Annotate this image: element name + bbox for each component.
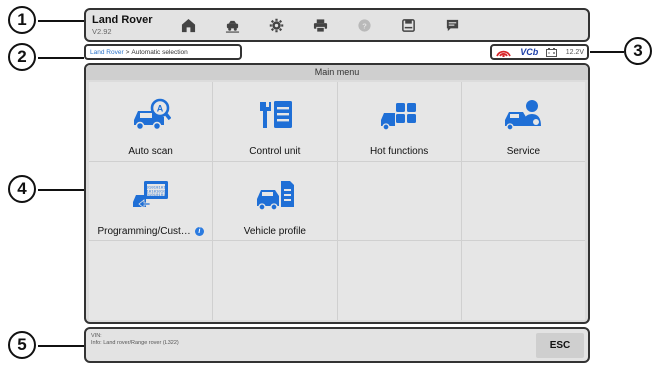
- tile-auto-scan[interactable]: A Auto scan: [89, 82, 213, 161]
- svg-text:A: A: [156, 104, 163, 114]
- save-button[interactable]: [386, 10, 430, 40]
- print-button[interactable]: [298, 10, 342, 40]
- breadcrumb-separator: >: [125, 48, 130, 56]
- printer-icon: [313, 18, 327, 33]
- tile-label-text: Service: [506, 146, 541, 157]
- chat-icon: [446, 19, 458, 31]
- tile-label-text: Vehicle profile: [243, 225, 306, 237]
- info-icon[interactable]: i: [194, 226, 204, 236]
- chat-button[interactable]: [430, 10, 474, 40]
- empty-tile: [213, 241, 337, 320]
- callout-line-1: [38, 20, 84, 22]
- gear-icon: [269, 18, 283, 32]
- programming-icon: 01010101 10101010 01010101: [132, 180, 168, 209]
- callout-5: 5: [8, 331, 36, 359]
- service-icon: [505, 100, 542, 131]
- top-toolbar: Land Rover V2.92 ?: [84, 8, 590, 42]
- settings-button[interactable]: [254, 10, 298, 40]
- empty-tile: [337, 161, 461, 241]
- tile-label: Control unit: [249, 146, 300, 157]
- help-button[interactable]: ?: [342, 10, 386, 40]
- battery-voltage: 12.2V: [565, 48, 584, 56]
- battery-icon: [546, 47, 558, 57]
- esc-button[interactable]: ESC: [536, 333, 584, 358]
- brand-name: Land Rover: [92, 13, 153, 26]
- empty-tile: [337, 241, 461, 320]
- breadcrumb-current: Automatic selection: [131, 48, 188, 56]
- callout-1: 1: [8, 6, 36, 34]
- main-menu-title: Main menu: [86, 65, 588, 80]
- status-indicators: VCb 12.2V: [490, 44, 589, 60]
- vehicle-profile-icon: [256, 180, 294, 211]
- save-icon: [401, 18, 415, 32]
- tile-vehicle-profile[interactable]: Vehicle profile: [213, 161, 337, 241]
- tile-service[interactable]: Service: [461, 82, 585, 161]
- callout-line-3: [590, 51, 624, 53]
- empty-tile: [461, 241, 585, 320]
- tile-control-unit[interactable]: Control unit: [213, 82, 337, 161]
- tile-label-text: Auto scan: [128, 146, 173, 157]
- tile-programming[interactable]: 01010101 10101010 01010101 Programming/C…: [89, 161, 213, 241]
- callout-line-2: [38, 57, 84, 59]
- signal-icon: [496, 50, 511, 57]
- function-grid: A Auto scan Control unit Hot functions S…: [89, 82, 585, 320]
- tile-hot-functions[interactable]: Hot functions: [337, 82, 461, 161]
- vin-label: VIN:: [91, 333, 102, 339]
- tile-label-text: Programming/Cust…: [97, 225, 191, 237]
- control-unit-icon: [259, 101, 292, 128]
- svg-text:01010101: 01010101: [146, 193, 166, 197]
- auto-scan-icon: A: [133, 98, 171, 131]
- empty-tile: [461, 161, 585, 241]
- vehicle-swap-icon: [225, 20, 239, 33]
- bottom-toolbar: VIN: Info: Land rover/Range rover (L322)…: [84, 327, 590, 363]
- help-icon: ?: [357, 18, 371, 32]
- hot-functions-icon: [381, 103, 417, 131]
- tile-label-text: Hot functions: [369, 146, 429, 157]
- brand: Land Rover V2.92: [86, 13, 166, 36]
- svg-text:?: ?: [362, 21, 367, 30]
- vehicle-swap-button[interactable]: [210, 10, 254, 40]
- callout-2: 2: [8, 43, 36, 71]
- breadcrumb-link-land-rover[interactable]: Land Rover: [90, 49, 124, 56]
- tile-label: Vehicle profile: [244, 226, 306, 237]
- callout-3: 3: [624, 37, 652, 65]
- home-icon: [181, 18, 195, 32]
- callout-line-5: [38, 345, 84, 347]
- tile-label: Hot functions: [370, 146, 428, 157]
- software-version: V2.92: [92, 26, 112, 36]
- tile-label: Auto scan: [128, 146, 172, 157]
- tile-label-text: Control unit: [249, 146, 301, 157]
- home-button[interactable]: [166, 10, 210, 40]
- main-menu-panel: Main menu A Auto scan Control unit Hot f…: [84, 63, 590, 324]
- tile-label: Programming/Cust… i: [97, 225, 204, 237]
- callout-4: 4: [8, 175, 36, 203]
- vci-status: VCb: [520, 47, 539, 57]
- empty-tile: [89, 241, 213, 320]
- breadcrumb: Land Rover > Automatic selection: [84, 44, 242, 60]
- callout-line-4: [38, 189, 84, 191]
- vehicle-info: Info: Land rover/Range rover (L322): [91, 340, 179, 346]
- tile-label: Service: [507, 146, 540, 157]
